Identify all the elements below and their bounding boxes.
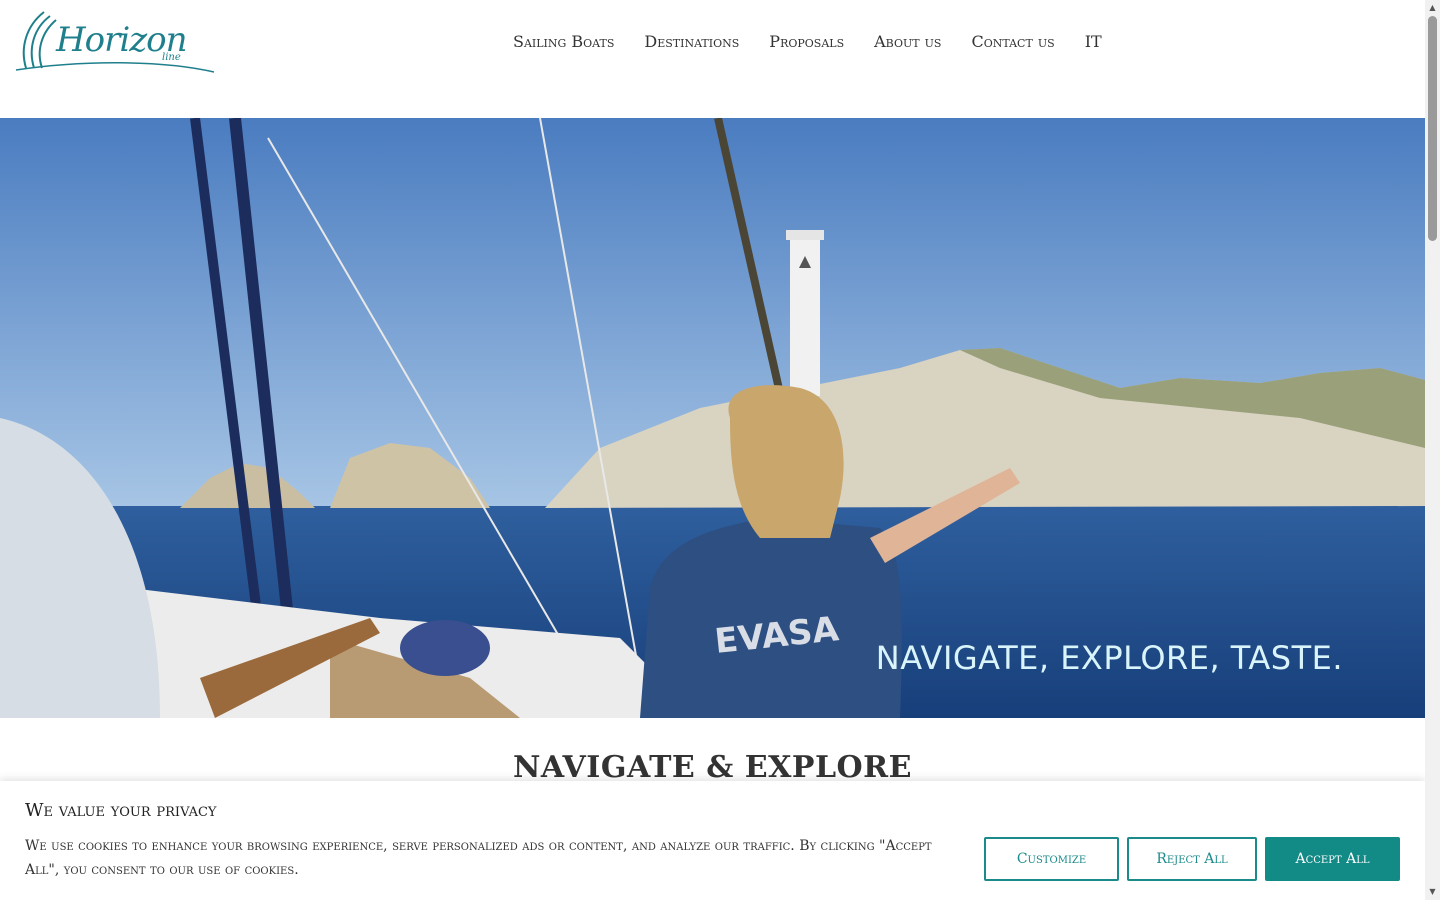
- site-header: Horizon line Sailing Boats Destinations …: [0, 0, 1425, 118]
- horizon-logo[interactable]: Horizon line: [12, 8, 222, 78]
- logo-subtext: line: [162, 52, 181, 63]
- main-nav: Sailing Boats Destinations Proposals Abo…: [498, 30, 1117, 54]
- page-scrollbar[interactable]: ▲ ▼: [1425, 0, 1440, 900]
- reject-all-button[interactable]: Reject All: [1127, 837, 1257, 881]
- hero-photo: EVASA: [0, 118, 1425, 718]
- scroll-up-arrow-icon[interactable]: ▲: [1428, 3, 1437, 13]
- nav-item-sailing-boats[interactable]: Sailing Boats: [498, 30, 629, 54]
- section-title: NAVIGATE & EXPLORE: [513, 750, 912, 785]
- cookie-consent-banner: We value your privacy We use cookies to …: [0, 781, 1425, 900]
- cookie-description: We use cookies to enhance your browsing …: [25, 838, 932, 878]
- hero-banner: EVASA NAVIGATE, EXPLORE, TASTE.: [0, 118, 1425, 718]
- accept-all-button[interactable]: Accept All: [1265, 837, 1400, 881]
- nav-item-language-it[interactable]: IT: [1070, 30, 1117, 54]
- nav-item-about-us[interactable]: About us: [859, 30, 956, 54]
- hero-caption: NAVIGATE, EXPLORE, TASTE.: [875, 639, 1343, 677]
- customize-button[interactable]: Customize: [984, 837, 1119, 881]
- nav-item-proposals[interactable]: Proposals: [754, 30, 859, 54]
- nav-item-contact-us[interactable]: Contact us: [956, 30, 1069, 54]
- nav-item-destinations[interactable]: Destinations: [629, 30, 754, 54]
- scroll-down-arrow-icon[interactable]: ▼: [1428, 887, 1437, 897]
- cookie-title: We value your privacy: [25, 800, 217, 821]
- scrollbar-thumb[interactable]: [1428, 16, 1437, 241]
